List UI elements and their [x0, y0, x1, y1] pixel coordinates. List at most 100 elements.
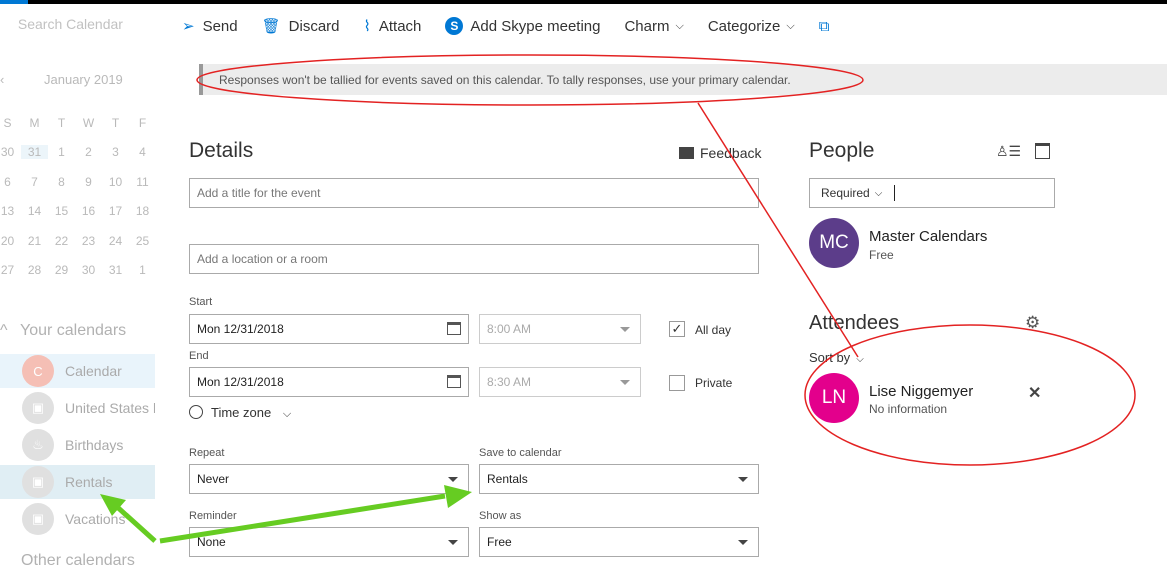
end-time-value: 8:30 AM [487, 375, 532, 389]
weekday: T [57, 115, 66, 130]
private-checkbox[interactable] [669, 375, 685, 391]
day-cell[interactable]: 14 [21, 204, 48, 218]
day-cell[interactable]: 8 [48, 175, 75, 189]
sidebar-item-rentals[interactable]: ▣ Rentals [0, 465, 155, 499]
day-cell[interactable]: 25 [129, 234, 155, 248]
reminder-label: Reminder [189, 510, 237, 522]
scheduling-assistant-icon[interactable] [1035, 143, 1050, 159]
all-day-checkbox[interactable]: ✓ [669, 321, 685, 337]
day-cell[interactable]: 7 [21, 175, 48, 189]
day-cell[interactable]: 24 [102, 234, 129, 248]
sort-by-label: Sort by [809, 350, 851, 365]
day-cell[interactable]: 17 [102, 204, 129, 218]
repeat-dropdown[interactable]: Never [189, 464, 469, 494]
start-time-dropdown[interactable]: 8:00 AM [479, 314, 641, 344]
day-cell[interactable]: 29 [48, 263, 75, 277]
sort-by-dropdown[interactable]: Sort by ⌵ [809, 350, 864, 365]
day-cell[interactable]: 9 [75, 175, 102, 189]
day-cell[interactable]: 10 [102, 175, 129, 189]
time-zone-button[interactable]: Time zone ⌵ [189, 405, 291, 421]
weekday: S [3, 115, 12, 130]
end-date-field[interactable]: Mon 12/31/2018 [189, 367, 469, 397]
discard-button[interactable]: 🗑 Discard [262, 17, 340, 36]
day-cell[interactable]: 4 [129, 145, 155, 159]
address-book-icon[interactable]: ♙☰ [996, 143, 1021, 160]
day-cell[interactable]: 1 [129, 263, 155, 277]
calendar-icon[interactable] [447, 375, 461, 388]
calendar-icon: ▣ [22, 466, 54, 498]
sidebar-item-label: Birthdays [65, 437, 124, 453]
week-row: 20 21 22 23 24 25 [0, 226, 155, 256]
day-cell[interactable]: 11 [129, 175, 155, 189]
day-cell[interactable]: 6 [0, 175, 21, 189]
day-cell[interactable]: 13 [0, 204, 21, 218]
sidebar-item-calendar[interactable]: C Calendar [0, 354, 155, 388]
chevron-up-icon: ^ [0, 322, 8, 339]
day-cell[interactable]: 23 [75, 234, 102, 248]
weekday: T [111, 115, 120, 130]
sidebar-item-label: Calendar [65, 363, 122, 379]
day-cell[interactable]: 30 [75, 263, 102, 277]
your-calendars-header[interactable]: ^ Your calendars [0, 322, 126, 340]
start-date-field[interactable]: Mon 12/31/2018 [189, 314, 469, 344]
sidebar-item-label: United States h [65, 400, 155, 416]
search-input[interactable]: Search Calendar [18, 16, 123, 32]
day-cell[interactable]: 27 [0, 263, 21, 277]
send-button[interactable]: ➢ Send [182, 17, 238, 36]
remove-attendee-button[interactable]: ✕ [1028, 383, 1041, 403]
day-cell[interactable]: 31 [102, 263, 129, 277]
chevron-down-icon [738, 540, 748, 545]
day-cell[interactable]: 28 [21, 263, 48, 277]
attendee-name: Lise Niggemyer [869, 383, 974, 400]
day-cell[interactable]: 30 [0, 145, 21, 159]
day-cell[interactable]: 21 [21, 234, 48, 248]
mini-calendar-month: January 2019 [44, 72, 123, 87]
popout-button[interactable]: ⧉ [819, 18, 838, 35]
search-box[interactable]: Search Calendar [0, 16, 123, 32]
chevron-left-icon[interactable]: ‹ [0, 72, 4, 87]
day-cell[interactable]: 22 [48, 234, 75, 248]
day-cell[interactable]: 2 [75, 145, 102, 159]
day-cell[interactable]: 20 [0, 234, 21, 248]
attach-button[interactable]: ⌇ Attach [364, 17, 422, 36]
calendar-icon[interactable] [447, 322, 461, 335]
day-cell[interactable]: 15 [48, 204, 75, 218]
gear-icon[interactable]: ⚙ [1025, 313, 1040, 333]
weekday: F [138, 115, 147, 130]
sidebar-item-united-states-holidays[interactable]: ▣ United States h [0, 391, 155, 425]
private-label: Private [695, 376, 733, 390]
categorize-dropdown[interactable]: Categorize ⌵ [708, 18, 795, 35]
event-title-input[interactable]: Add a title for the event [189, 178, 759, 208]
day-cell[interactable]: 16 [75, 204, 102, 218]
location-input[interactable]: Add a location or a room [189, 244, 759, 274]
text-cursor [894, 185, 896, 201]
reminder-dropdown[interactable]: None [189, 527, 469, 557]
day-cell[interactable]: 3 [102, 145, 129, 159]
reminder-value: None [197, 535, 226, 549]
week-row: 6 7 8 9 10 11 [0, 167, 155, 197]
weekday: W [82, 115, 95, 130]
skype-label: Add Skype meeting [470, 17, 601, 35]
feedback-button[interactable]: Feedback [679, 145, 761, 161]
add-skype-meeting-button[interactable]: S Add Skype meeting [445, 17, 600, 35]
day-cell[interactable]: 1 [48, 145, 75, 159]
sidebar-item-vacations[interactable]: ▣ Vacations [0, 502, 155, 536]
sidebar-item-birthdays[interactable]: ♨ Birthdays [0, 428, 155, 462]
start-date-value: Mon 12/31/2018 [197, 322, 284, 336]
save-to-calendar-label: Save to calendar [479, 447, 562, 459]
attach-label: Attach [378, 17, 422, 35]
info-banner: Responses won't be tallied for events sa… [199, 64, 1167, 95]
charm-dropdown[interactable]: Charm ⌵ [624, 18, 683, 35]
attendee-input[interactable]: Required ⌵ [809, 178, 1055, 208]
other-calendars-header[interactable]: Other calendars [21, 552, 135, 566]
chevron-down-icon: ⌵ [282, 408, 292, 420]
required-dropdown[interactable]: Required [821, 186, 870, 200]
day-cell[interactable]: 18 [129, 204, 155, 218]
weekday-row: S M T W T F [0, 108, 155, 138]
show-as-dropdown[interactable]: Free [479, 527, 759, 557]
sidebar-item-label: Vacations [65, 511, 126, 527]
end-time-dropdown[interactable]: 8:30 AM [479, 367, 641, 397]
day-cell[interactable]: 31 [21, 145, 48, 160]
save-to-calendar-dropdown[interactable]: Rentals [479, 464, 759, 494]
chevron-down-icon: ⌵ [856, 354, 864, 365]
